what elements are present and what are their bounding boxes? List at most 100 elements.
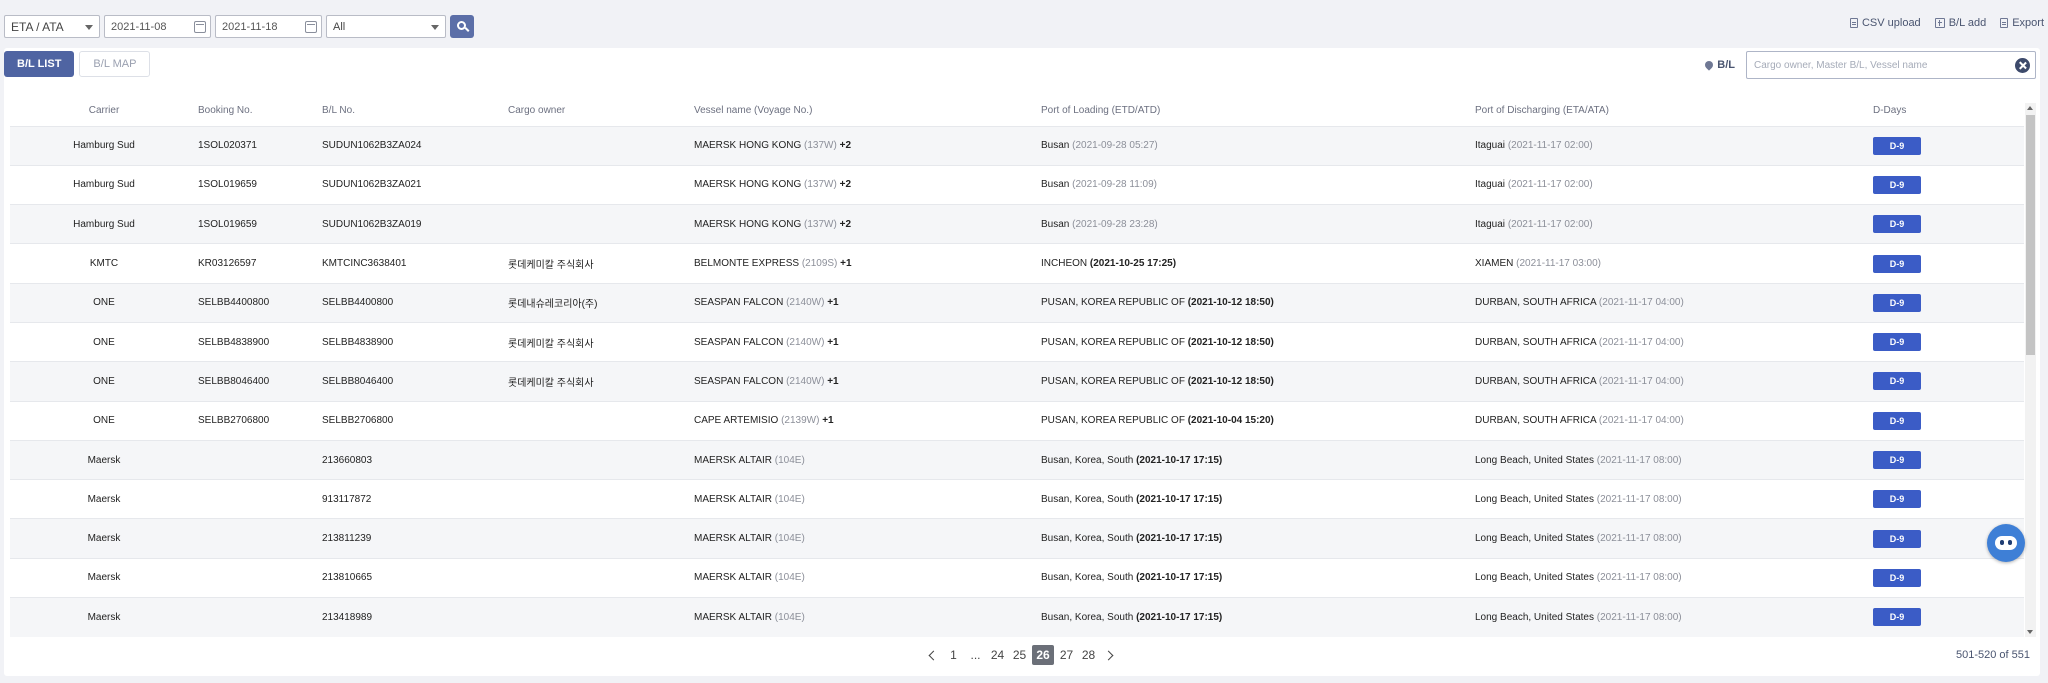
cell-bl: SELBB2706800 — [322, 415, 394, 427]
search-icon — [456, 21, 466, 30]
bl-search: B/L — [1703, 51, 2036, 79]
cell-booking — [198, 519, 322, 558]
pod-name: Itaguai — [1475, 179, 1506, 191]
pod-name: DURBAN, SOUTH AFRICA — [1475, 297, 1597, 309]
pod-time: (2021-11-17 08:00) — [1596, 454, 1682, 466]
cell-booking: SELBB8046400 — [198, 375, 270, 387]
page-24[interactable]: 24 — [988, 645, 1007, 665]
pagination: 1 ... 24 25 26 27 28 — [922, 645, 1120, 665]
bl-add-button[interactable]: B/L add — [1934, 17, 1987, 29]
pol-time: (2021-10-25 17:25) — [1089, 258, 1177, 270]
page-28[interactable]: 28 — [1079, 645, 1098, 665]
bl-search-field — [1746, 51, 2036, 79]
table-row[interactable]: ONE SELBB8046400 SELBB8046400 롯데케미칼 주식회사… — [10, 361, 2024, 402]
table-row[interactable]: Hamburg Sud 1SOL019659 SUDUN1062B3ZA021 … — [10, 165, 2024, 204]
search-button[interactable] — [450, 15, 474, 38]
pol-name: PUSAN, KOREA REPUBLIC OF — [1041, 297, 1185, 309]
table-row[interactable]: Maersk 913117872 MAERSK ALTAIR (104E) Bu… — [10, 479, 2024, 519]
col-cargo-owner[interactable]: Cargo owner — [508, 96, 694, 126]
col-pod[interactable]: Port of Discharging (ETA/ATA) — [1475, 96, 1873, 126]
voyage-no: (2140W) — [786, 375, 825, 387]
chatbot-button[interactable] — [1987, 524, 2025, 562]
vessel-name: MAERSK HONG KONG — [694, 218, 802, 230]
calendar-icon[interactable] — [194, 21, 206, 33]
location-pin-icon — [1703, 59, 1715, 71]
cell-pod: DURBAN, SOUTH AFRICA (2021-11-17 04:00) — [1475, 322, 1873, 361]
table-row[interactable]: Maersk 213418989 MAERSK ALTAIR (104E) Bu… — [10, 597, 2024, 637]
status-select[interactable]: All — [326, 15, 446, 38]
cell-pol: Busan (2021-09-28 11:09) — [1041, 165, 1475, 204]
pol-time: (2021-10-17 17:15) — [1136, 533, 1223, 545]
vessel-name: MAERSK HONG KONG — [694, 140, 802, 152]
cell-bl: SELBB4400800 — [322, 297, 394, 309]
cell-bl: SELBB8046400 — [322, 375, 394, 387]
cell-dday: D-9 — [1873, 440, 2024, 479]
vessel-extra: +1 — [822, 415, 834, 427]
date-from-field[interactable]: 2021-11-08 — [104, 15, 211, 38]
page-first[interactable]: 1 — [944, 645, 963, 665]
tab-bl-map[interactable]: B/L MAP — [79, 51, 151, 77]
cell-booking — [198, 598, 322, 637]
table-row[interactable]: Hamburg Sud 1SOL019659 SUDUN1062B3ZA019 … — [10, 204, 2024, 244]
clear-icon[interactable] — [2015, 58, 2030, 73]
calendar-icon[interactable] — [305, 21, 317, 33]
table-row[interactable]: Maersk 213660803 MAERSK ALTAIR (104E) Bu… — [10, 440, 2024, 480]
date-to-field[interactable]: 2021-11-18 — [215, 15, 322, 38]
bl-add-label: B/L add — [1948, 17, 1987, 29]
page-27[interactable]: 27 — [1057, 645, 1076, 665]
file-icon — [1849, 18, 1858, 28]
col-booking[interactable]: Booking No. — [198, 96, 322, 126]
cell-owner — [508, 519, 694, 558]
cell-carrier: KMTC — [89, 258, 119, 270]
pod-time: (2021-11-17 02:00) — [1507, 179, 1593, 191]
table-row[interactable]: ONE SELBB4400800 SELBB4400800 롯데내슈레코리아(주… — [10, 283, 2024, 323]
prev-page-button[interactable] — [922, 645, 941, 665]
dday-badge: D-9 — [1873, 568, 1921, 587]
scroll-up-icon[interactable] — [2027, 106, 2033, 110]
dday-badge: D-9 — [1873, 372, 1921, 391]
csv-upload-label: CSV upload — [1861, 17, 1921, 29]
table-row[interactable]: KMTC KR03126597 KMTCINC3638401 롯데케미칼 주식회… — [10, 243, 2024, 283]
search-input[interactable] — [1747, 52, 2035, 78]
table-row[interactable]: ONE SELBB4838900 SELBB4838900 롯데케미칼 주식회사… — [10, 322, 2024, 361]
voyage-no: (137W) — [804, 140, 837, 152]
cell-vessel: MAERSK ALTAIR (104E) — [694, 519, 1041, 558]
col-pol[interactable]: Port of Loading (ETD/ATD) — [1041, 96, 1475, 126]
table-row[interactable]: ONE SELBB2706800 SELBB2706800 CAPE ARTEM… — [10, 401, 2024, 440]
next-page-button[interactable] — [1101, 645, 1120, 665]
col-vessel[interactable]: Vessel name (Voyage No.) — [694, 96, 1041, 126]
date-type-select[interactable]: ETA / ATA — [4, 15, 100, 38]
cell-pod: Long Beach, United States (2021-11-17 08… — [1475, 519, 1873, 558]
pol-name: Busan, Korea, South — [1041, 454, 1134, 466]
pod-name: Long Beach, United States — [1475, 533, 1594, 545]
col-bl[interactable]: B/L No. — [322, 96, 508, 126]
cell-pol: Busan, Korea, South (2021-10-17 17:15) — [1041, 440, 1475, 479]
pod-time: (2021-11-17 08:00) — [1596, 611, 1682, 623]
cell-pol: PUSAN, KOREA REPUBLIC OF (2021-10-12 18:… — [1041, 362, 1475, 401]
csv-upload-button[interactable]: CSV upload — [1849, 17, 1921, 29]
scroll-thumb[interactable] — [2026, 115, 2035, 355]
cell-pol: INCHEON (2021-10-25 17:25) — [1041, 244, 1475, 283]
bl-filter-label[interactable]: B/L — [1703, 59, 1735, 71]
page-25[interactable]: 25 — [1010, 645, 1029, 665]
page-current[interactable]: 26 — [1032, 645, 1054, 665]
scroll-down-icon[interactable] — [2027, 630, 2033, 634]
dday-badge: D-9 — [1873, 529, 1921, 548]
date-type-value: ETA / ATA — [11, 19, 64, 34]
export-button[interactable]: Export — [2000, 17, 2044, 29]
pol-time: (2021-10-12 18:50) — [1187, 375, 1274, 387]
vessel-extra: +2 — [839, 179, 852, 191]
col-dday[interactable]: D-Days — [1873, 96, 2024, 126]
cell-vessel: CAPE ARTEMISIO (2139W) +1 — [694, 401, 1041, 440]
cell-bl: SUDUN1062B3ZA024 — [322, 140, 422, 152]
cell-pod: Long Beach, United States (2021-11-17 08… — [1475, 598, 1873, 637]
pod-name: Long Beach, United States — [1475, 493, 1594, 505]
tab-bl-list[interactable]: B/L LIST — [4, 51, 75, 77]
table-scrollbar[interactable] — [2025, 103, 2036, 637]
col-carrier[interactable]: Carrier — [10, 96, 198, 126]
table-row[interactable]: Maersk 213810665 MAERSK ALTAIR (104E) Bu… — [10, 558, 2024, 597]
table-row[interactable]: Maersk 213811239 MAERSK ALTAIR (104E) Bu… — [10, 518, 2024, 559]
cell-dday: D-9 — [1873, 401, 2024, 440]
table-row[interactable]: Hamburg Sud 1SOL020371 SUDUN1062B3ZA024 … — [10, 126, 2024, 166]
pol-time: (2021-10-17 17:15) — [1136, 572, 1223, 584]
